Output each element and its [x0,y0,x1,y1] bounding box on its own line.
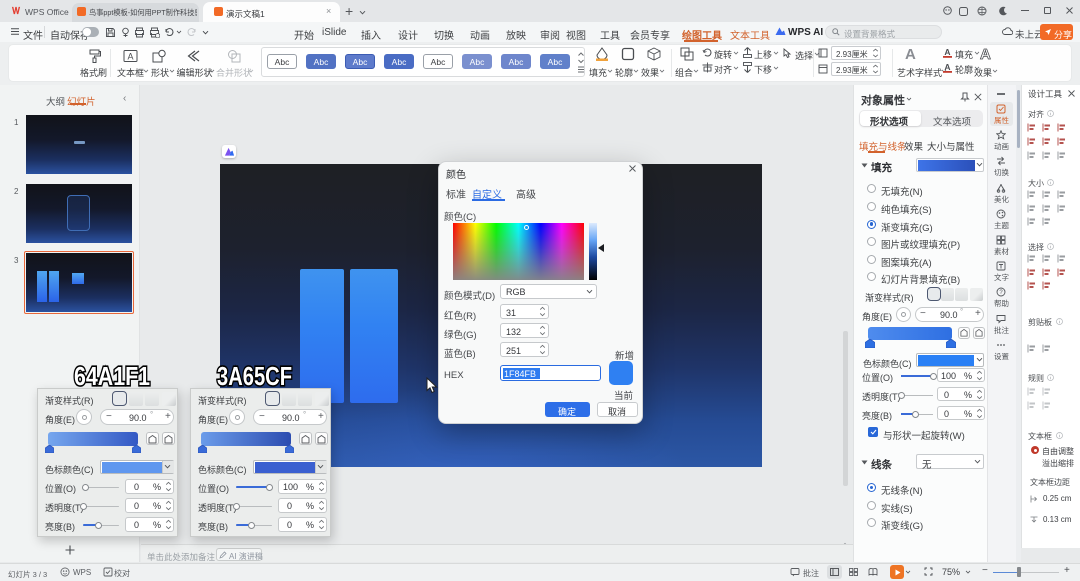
svg-text:3A65CF: 3A65CF [217,361,292,390]
svg-text:64A1F1: 64A1F1 [74,361,150,390]
svg-text:A: A [944,47,950,57]
svg-text:A: A [127,52,133,62]
svg-text:A: A [944,62,950,72]
